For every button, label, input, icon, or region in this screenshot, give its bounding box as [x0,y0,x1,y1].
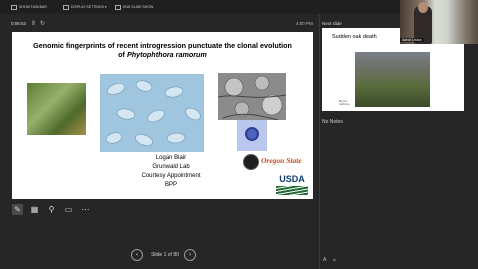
sporangia-drawing [105,80,201,146]
slide-title-line2: of Phytophthora ramorum [12,49,313,60]
zoom-button[interactable]: ⚲ [46,204,57,215]
more-options-button[interactable]: ⋯ [80,204,91,215]
clock: 4:00 PM [296,21,313,26]
display-settings-button[interactable]: DISPLAY SETTINGS ▾ [63,3,107,11]
magnifier-icon: ⚲ [48,205,55,214]
black-screen-button[interactable]: ▭ [63,204,74,215]
pen-icon: ✎ [14,205,21,214]
next-slide-label: Next slide [322,21,342,26]
pause-timer-button[interactable]: Ⅱ [32,20,35,27]
decrease-font-button[interactable]: A [333,257,336,263]
end-show-icon [115,4,121,10]
restart-timer-button[interactable]: ↻ [40,20,45,27]
more-icon: ⋯ [81,205,90,214]
webcam-video: Aaron Liston [400,0,478,44]
presenter-head [418,2,428,13]
hillside-forest-photo [355,52,430,107]
font-larger-icon: A [323,257,327,263]
screen-icon: ▭ [64,205,73,214]
department: BPP [164,182,177,188]
show-taskbar-button[interactable]: SHOW TASKBAR [11,3,47,11]
chlamydospore [245,127,259,141]
chevron-left-icon: ‹ [136,252,138,258]
pause-icon: Ⅱ [32,21,35,27]
show-taskbar-label: SHOW TASKBAR [19,5,47,9]
restart-icon: ↻ [40,21,46,27]
slide-title: Genomic fingerprints of recent introgres… [12,41,313,60]
lab-name: Grunwald Lab [152,164,190,170]
see-all-slides-button[interactable]: ▦ [29,204,40,215]
end-slideshow-button[interactable]: END SLIDE SHOW [115,3,153,11]
electron-micrograph-drawing [217,75,287,121]
grid-icon: ▦ [30,205,39,214]
usda-logo-hills [276,186,308,195]
display-settings-label: DISPLAY SETTINGS ▾ [71,5,107,9]
infected-leaf-photo [27,83,86,135]
end-slideshow-label: END SLIDE SHOW [123,5,154,9]
oregon-state-seal-logo [243,154,259,170]
electron-micrograph [217,73,287,121]
appointment: Courtesy Appointment [141,173,201,179]
display-icon [63,4,69,10]
current-slide[interactable]: Genomic fingerprints of recent introgres… [12,32,313,199]
usda-logo-text: USDA [279,174,305,184]
next-slide-caption: Big Sur California [339,100,350,106]
next-slide-title: Sudden oak death [332,34,377,40]
slide-title-prefix: of [118,49,127,59]
sporangia-micrograph [100,74,204,152]
previous-slide-button[interactable]: ‹ [131,249,143,261]
elapsed-timer: 0:06:53 [11,21,27,26]
webcam-name-tag: Aaron Liston [400,38,424,42]
usda-logo: USDA [276,174,308,196]
chevron-right-icon: › [189,252,191,258]
pane-divider[interactable] [319,14,320,269]
author-name: Logan Blair [155,155,187,161]
increase-font-button[interactable]: A [323,257,326,263]
author-block: Logan Blair Grunwald Lab Courtesy Appoin… [112,154,230,190]
chlamydospore-micrograph [237,120,267,151]
next-slide-button[interactable]: › [184,249,196,261]
slide-title-species: Phytophthora ramorum [126,49,207,59]
slide-counter[interactable]: Slide 1 of 80 [146,252,184,258]
font-smaller-icon: A [333,257,336,262]
speaker-notes: No Notes [322,119,343,125]
taskbar-icon [11,4,17,10]
pen-tool-button[interactable]: ✎ [12,204,23,215]
oregon-state-logo-text: Oregon State [261,156,302,165]
